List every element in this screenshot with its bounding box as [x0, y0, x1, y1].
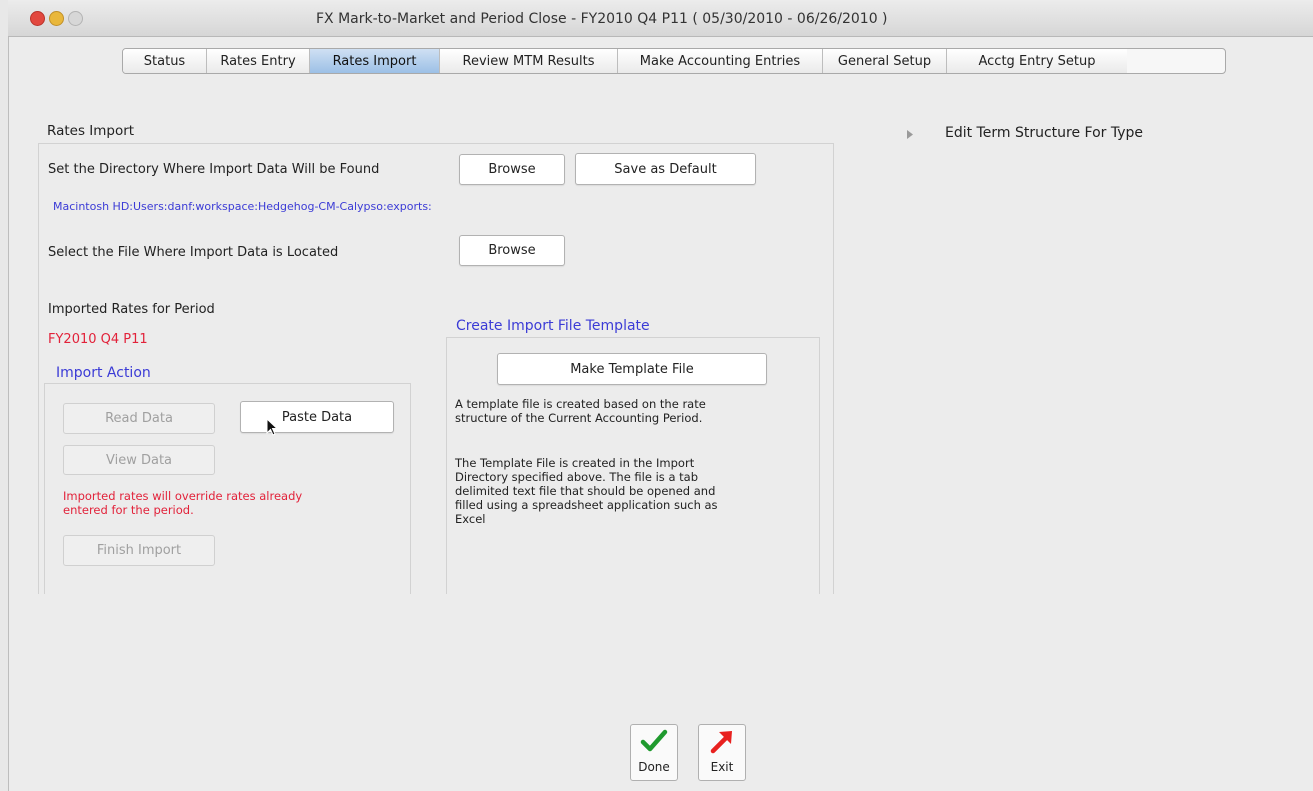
import-action-group-label: Import Action [56, 365, 151, 381]
mouse-pointer-icon [266, 417, 279, 440]
finish-import-button[interactable]: Finish Import [63, 535, 215, 566]
done-label: Done [638, 760, 670, 774]
exit-label: Exit [710, 760, 734, 774]
rates-import-group-label: Rates Import [47, 123, 135, 139]
window-title: FX Mark-to-Market and Period Close - FY2… [316, 11, 888, 27]
period-value: FY2010 Q4 P11 [48, 332, 148, 347]
browse-directory-button[interactable]: Browse [459, 154, 565, 185]
tab-rates-import[interactable]: Rates Import [310, 49, 440, 73]
browse-file-button[interactable]: Browse [459, 235, 565, 266]
template-file-info: The Template File is created in the Impo… [455, 456, 718, 526]
template-group-label: Create Import File Template [456, 318, 650, 334]
save-as-default-button[interactable]: Save as Default [575, 153, 756, 185]
override-warning: Imported rates will override rates alrea… [63, 489, 303, 517]
make-template-file-button[interactable]: Make Template File [497, 353, 767, 385]
close-window-button[interactable] [30, 11, 45, 26]
disclosure-triangle-icon[interactable] [906, 128, 914, 143]
paste-data-button[interactable]: Paste Data [240, 401, 394, 433]
tab-rates-entry[interactable]: Rates Entry [207, 49, 310, 73]
tab-bar: Status Rates Entry Rates Import Review MTM … [122, 48, 1226, 74]
title-bar: FX Mark-to-Market and Period Close - FY2… [8, 0, 1313, 37]
tab-general-setup[interactable]: General Setup [823, 49, 947, 73]
tab-make-accounting-entries[interactable]: Make Accounting Entries [618, 49, 823, 73]
directory-path: Macintosh HD:Users:danf:workspace:Hedgeh… [53, 200, 432, 213]
tab-status[interactable]: Status [123, 49, 207, 73]
imported-rates-label: Imported Rates for Period [48, 302, 215, 317]
red-arrow-icon [708, 728, 736, 758]
exit-button[interactable]: Exit [698, 724, 746, 781]
tab-review-mtm-results[interactable]: Review MTM Results [440, 49, 618, 73]
view-data-button[interactable]: View Data [63, 445, 215, 475]
set-directory-label: Set the Directory Where Import Data Will… [48, 162, 380, 177]
done-button[interactable]: Done [630, 724, 678, 781]
template-description: A template file is created based on the … [455, 397, 706, 425]
read-data-button[interactable]: Read Data [63, 403, 215, 434]
zoom-window-button[interactable] [68, 11, 83, 26]
edit-term-structure-toggle[interactable]: Edit Term Structure For Type [945, 125, 1143, 141]
minimize-window-button[interactable] [49, 11, 64, 26]
tab-acctg-entry-setup[interactable]: Acctg Entry Setup [947, 49, 1127, 73]
select-file-label: Select the File Where Import Data is Loc… [48, 245, 339, 260]
green-check-icon [640, 728, 668, 758]
